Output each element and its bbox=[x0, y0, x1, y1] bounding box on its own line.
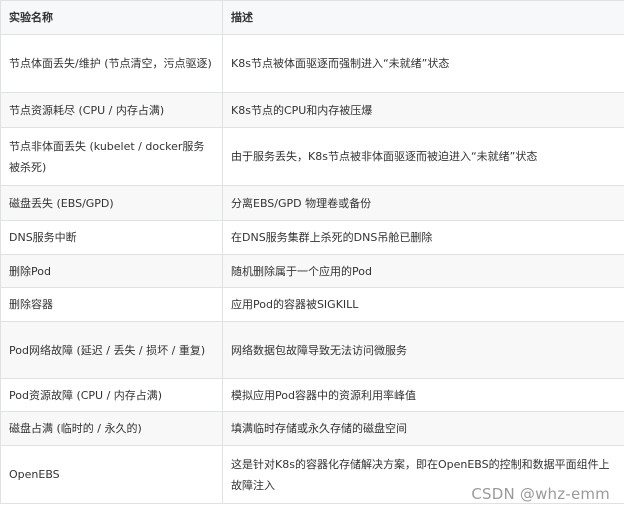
table-row: 节点体面丢失/维护 (节点清空，污点驱逐) K8s节点被体面驱逐而强制进入“未就… bbox=[0, 34, 624, 93]
description-cell: 模拟应用Pod容器中的资源利用率峰值 bbox=[222, 378, 624, 412]
experiment-name-cell: 删除容器 bbox=[0, 287, 223, 322]
table-row: 节点资源耗尽 (CPU / 内存占满) K8s节点的CPU和内存被压爆 bbox=[0, 92, 624, 128]
description-cell: 在DNS服务集群上杀死的DNS吊舱已删除 bbox=[222, 220, 624, 255]
description-cell: 网络数据包故障导致无法访问微服务 bbox=[222, 321, 624, 379]
table-row: 磁盘丢失 (EBS/GPD) 分离EBS/GPD 物理卷或备份 bbox=[0, 185, 624, 221]
header-description: 描述 bbox=[222, 0, 624, 35]
table-row: Pod网络故障 (延迟 / 丢失 / 损坏 / 重复) 网络数据包故障导致无法访… bbox=[0, 321, 624, 379]
table-row: 磁盘占满 (临时的 / 永久的) 填满临时存储或永久存储的磁盘空间 bbox=[0, 411, 624, 446]
description-cell: 填满临时存储或永久存储的磁盘空间 bbox=[222, 411, 624, 446]
experiment-name-cell: Pod资源故障 (CPU / 内存占满) bbox=[0, 378, 223, 412]
table-row: 节点非体面丢失 (kubelet / docker服务被杀死) 由于服务丢失，K… bbox=[0, 127, 624, 186]
experiment-name-cell: 磁盘丢失 (EBS/GPD) bbox=[0, 185, 223, 221]
experiment-name-cell: OpenEBS bbox=[0, 445, 223, 504]
description-cell: 随机删除属于一个应用的Pod bbox=[222, 254, 624, 288]
csdn-watermark: CSDN @whz-emm bbox=[471, 485, 610, 503]
description-cell: 分离EBS/GPD 物理卷或备份 bbox=[222, 185, 624, 221]
experiment-name-cell: Pod网络故障 (延迟 / 丢失 / 损坏 / 重复) bbox=[0, 321, 223, 379]
experiments-table: 实验名称 描述 节点体面丢失/维护 (节点清空，污点驱逐) K8s节点被体面驱逐… bbox=[0, 0, 624, 504]
table-row: 删除容器 应用Pod的容器被SIGKILL bbox=[0, 287, 624, 322]
experiment-name-cell: 节点体面丢失/维护 (节点清空，污点驱逐) bbox=[0, 34, 223, 93]
table-header-row: 实验名称 描述 bbox=[0, 0, 624, 35]
table-row: Pod资源故障 (CPU / 内存占满) 模拟应用Pod容器中的资源利用率峰值 bbox=[0, 378, 624, 412]
experiment-name-cell: 节点非体面丢失 (kubelet / docker服务被杀死) bbox=[0, 127, 223, 186]
experiment-name-cell: 磁盘占满 (临时的 / 永久的) bbox=[0, 411, 223, 446]
table-row: DNS服务中断 在DNS服务集群上杀死的DNS吊舱已删除 bbox=[0, 220, 624, 255]
description-cell: 应用Pod的容器被SIGKILL bbox=[222, 287, 624, 322]
description-cell: K8s节点被体面驱逐而强制进入“未就绪”状态 bbox=[222, 34, 624, 93]
table-row: 删除Pod 随机删除属于一个应用的Pod bbox=[0, 254, 624, 288]
experiment-name-cell: 节点资源耗尽 (CPU / 内存占满) bbox=[0, 92, 223, 128]
description-cell: K8s节点的CPU和内存被压爆 bbox=[222, 92, 624, 128]
experiment-name-cell: 删除Pod bbox=[0, 254, 223, 288]
header-experiment-name: 实验名称 bbox=[0, 0, 223, 35]
experiment-name-cell: DNS服务中断 bbox=[0, 220, 223, 255]
description-cell: 由于服务丢失，K8s节点被非体面驱逐而被迫进入“未就绪”状态 bbox=[222, 127, 624, 186]
